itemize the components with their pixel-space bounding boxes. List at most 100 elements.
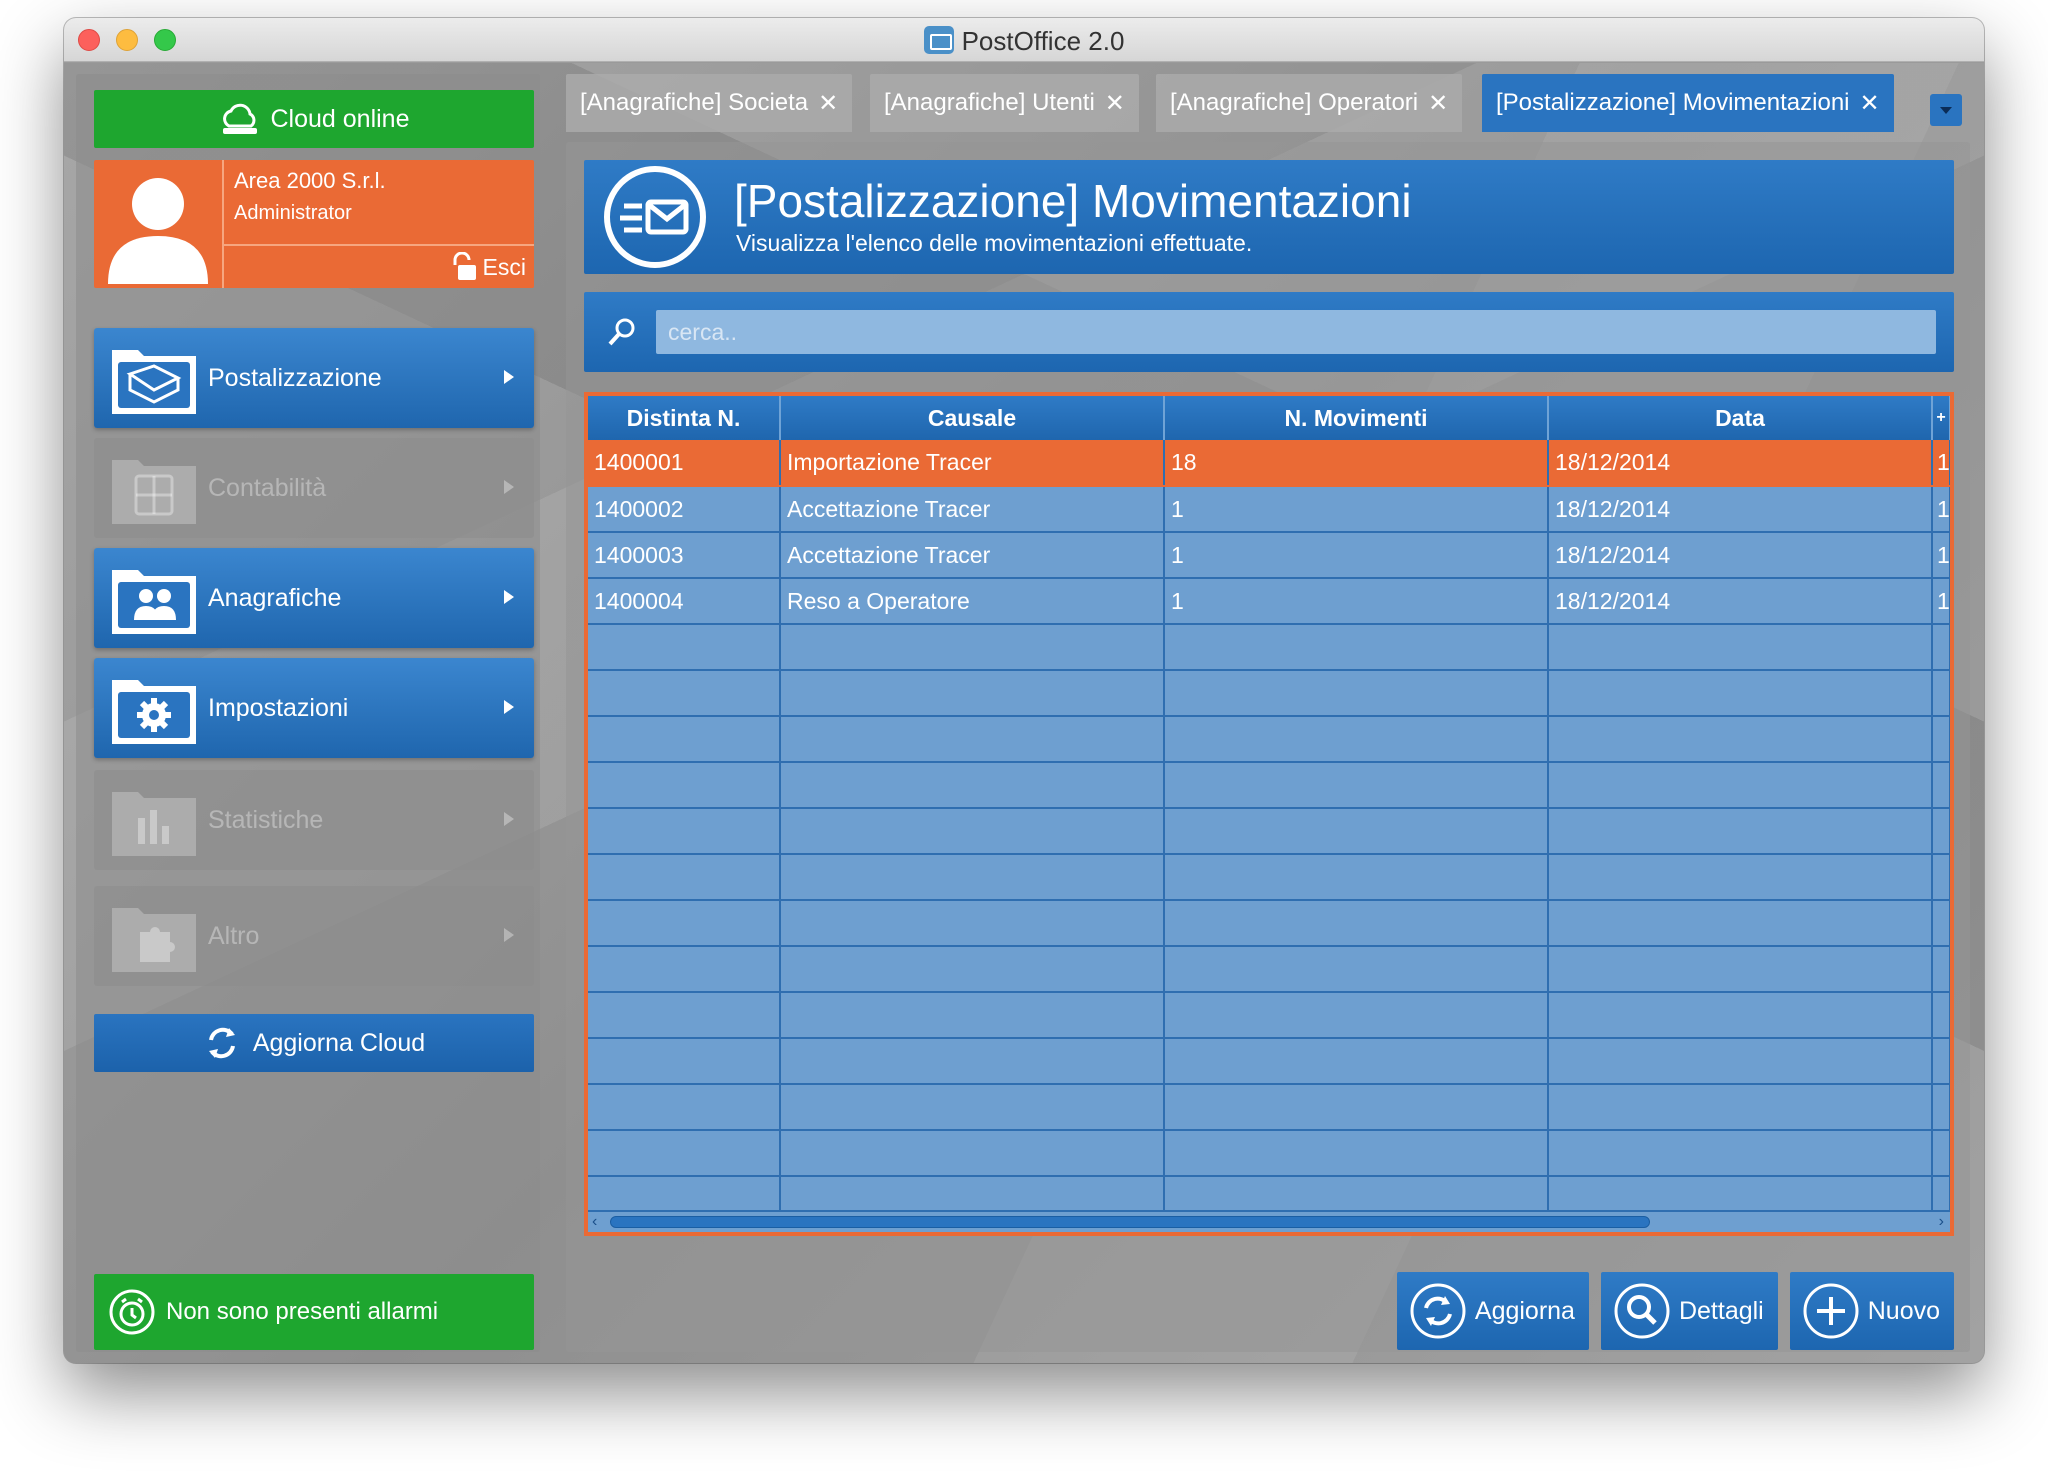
cell-n-movimenti: 1 — [1164, 486, 1549, 533]
sidebar-item-altro: Altro — [94, 886, 534, 986]
tab-label: [Anagrafiche] Societa — [580, 89, 809, 116]
cell-data: 18/12/2014 — [1548, 532, 1933, 579]
tab-label: [Postalizzazione] Movimentazioni — [1496, 89, 1850, 116]
table-row-empty — [588, 854, 1950, 901]
close-tab-icon[interactable]: ✕ — [818, 89, 838, 118]
cell-distinta: 1400003 — [588, 532, 781, 579]
scrollbar-thumb[interactable] — [610, 1216, 1650, 1228]
cell-causale: Reso a Operatore — [780, 578, 1165, 625]
cell-extra: 1 — [1932, 486, 1950, 533]
tab-anagrafiche-societa[interactable]: [Anagrafiche] Societa ✕ — [566, 74, 853, 132]
new-label: Nuovo — [1867, 1296, 1940, 1325]
gear-folder-icon — [112, 680, 196, 744]
search-icon — [608, 318, 635, 346]
cell-extra: 1 — [1932, 578, 1950, 625]
tab-anagrafiche-operatori[interactable]: [Anagrafiche] Operatori ✕ — [1156, 74, 1463, 132]
scroll-left-icon[interactable]: ‹ — [592, 1213, 597, 1231]
cloud-icon — [222, 103, 257, 134]
column-chooser-button[interactable]: + — [1932, 396, 1950, 440]
scroll-right-icon[interactable]: › — [1939, 1213, 1944, 1231]
user-card-divider-h — [224, 244, 534, 246]
cell-n-movimenti: 1 — [1164, 532, 1549, 579]
cell-distinta: 1400004 — [588, 578, 781, 625]
close-tab-icon[interactable]: ✕ — [1860, 89, 1880, 118]
tab-list-dropdown-button[interactable] — [1930, 94, 1962, 126]
sidebar-item-label: Altro — [208, 922, 260, 950]
refresh-circle-icon — [1410, 1283, 1466, 1339]
column-header-n-movimenti[interactable]: N. Movimenti — [1164, 396, 1549, 440]
refresh-button[interactable]: Aggiorna — [1396, 1272, 1589, 1350]
chevron-right-icon — [504, 700, 514, 714]
table-header-row: Distinta N. Causale N. Movimenti Data + — [588, 396, 1950, 440]
horizontal-scrollbar[interactable]: ‹ › — [588, 1210, 1950, 1232]
new-button[interactable]: Nuovo — [1789, 1272, 1954, 1350]
table-row-empty — [588, 1130, 1950, 1177]
action-buttons: Aggiorna Dettagli Nuovo — [1396, 1272, 1954, 1350]
table-row[interactable]: 1400003 Accettazione Tracer 1 18/12/2014… — [588, 532, 1950, 579]
table-row-empty — [588, 992, 1950, 1039]
refresh-label: Aggiorna — [1474, 1296, 1575, 1325]
search-input[interactable] — [656, 310, 1936, 354]
logout-label: Esci — [482, 253, 526, 280]
tab-label: [Anagrafiche] Utenti — [884, 89, 1095, 116]
close-tab-icon[interactable]: ✕ — [1105, 89, 1125, 118]
main-content: [Postalizzazione] Movimentazioni Visuali… — [566, 142, 1970, 1352]
table-row-empty — [588, 1084, 1950, 1131]
tab-bar: [Anagrafiche] Societa ✕ [Anagrafiche] Ut… — [566, 74, 1966, 134]
close-tab-icon[interactable]: ✕ — [1428, 89, 1448, 118]
app-mail-icon — [923, 26, 954, 54]
window-title: PostOffice 2.0 — [64, 26, 1984, 57]
window-title-text: PostOffice 2.0 — [961, 26, 1125, 56]
cell-distinta: 1400001 — [588, 440, 781, 487]
page-header: [Postalizzazione] Movimentazioni Visuali… — [584, 160, 1954, 274]
cell-data: 18/12/2014 — [1548, 440, 1933, 487]
sidebar-item-statistiche: Statistiche — [94, 770, 534, 870]
refresh-icon — [208, 1027, 235, 1059]
alarm-clock-icon — [109, 1289, 155, 1335]
table-row[interactable]: 1400004 Reso a Operatore 1 18/12/2014 1 — [588, 578, 1950, 625]
sidebar-item-impostazioni[interactable]: Impostazioni — [94, 658, 534, 758]
table-row[interactable]: 1400001 Importazione Tracer 18 18/12/201… — [588, 440, 1950, 487]
sidebar-item-anagrafiche[interactable]: Anagrafiche — [94, 548, 534, 648]
chevron-right-icon — [504, 370, 514, 384]
table-row-empty — [588, 624, 1950, 671]
search-bar — [584, 292, 1954, 372]
column-header-distinta[interactable]: Distinta N. — [588, 396, 781, 440]
chevron-right-icon — [504, 928, 514, 942]
refresh-cloud-label: Aggiorna Cloud — [252, 1028, 426, 1057]
logout-button[interactable]: Esci — [449, 252, 526, 282]
refresh-cloud-button[interactable]: Aggiorna Cloud — [94, 1014, 534, 1072]
table-row-empty — [588, 900, 1950, 947]
sidebar-item-contabilita: Contabilità — [94, 438, 534, 538]
column-header-data[interactable]: Data — [1548, 396, 1933, 440]
cloud-status-button[interactable]: Cloud online — [94, 90, 534, 148]
movements-envelope-icon — [604, 166, 706, 268]
column-header-causale[interactable]: Causale — [780, 396, 1165, 440]
sidebar-item-label: Anagrafiche — [208, 584, 342, 612]
sidebar-item-label: Contabilità — [208, 474, 327, 502]
tab-postalizzazione-movimentazioni[interactable]: [Postalizzazione] Movimentazioni ✕ — [1482, 74, 1894, 132]
table-row-empty — [588, 716, 1950, 763]
plus-circle-icon — [1803, 1283, 1859, 1339]
page-subtitle: Visualizza l'elenco delle movimentazioni… — [736, 230, 1253, 256]
tab-anagrafiche-utenti[interactable]: [Anagrafiche] Utenti ✕ — [870, 74, 1139, 132]
user-role: Administrator — [234, 202, 352, 224]
user-avatar-icon — [108, 178, 208, 284]
details-button[interactable]: Dettagli — [1600, 1272, 1778, 1350]
sidebar-item-label: Postalizzazione — [208, 364, 382, 392]
cell-n-movimenti: 18 — [1164, 440, 1549, 487]
cell-distinta: 1400002 — [588, 486, 781, 533]
alarms-status[interactable]: Non sono presenti allarmi — [94, 1274, 534, 1350]
table-row[interactable]: 1400002 Accettazione Tracer 1 18/12/2014… — [588, 486, 1950, 533]
user-card-divider — [222, 160, 224, 288]
unlock-icon — [453, 252, 476, 280]
chevron-right-icon — [504, 480, 514, 494]
page-title: [Postalizzazione] Movimentazioni — [734, 175, 1412, 227]
sidebar-item-postalizzazione[interactable]: Postalizzazione — [94, 328, 534, 428]
details-label: Dettagli — [1678, 1296, 1764, 1325]
cell-extra: 1 — [1932, 532, 1950, 579]
cloud-status-label: Cloud online — [270, 104, 410, 133]
cell-causale: Importazione Tracer — [780, 440, 1165, 487]
sidebar-item-label: Statistiche — [208, 806, 324, 834]
sidebar: Cloud online Area 2000 S.r.l. Administra… — [76, 74, 540, 1352]
